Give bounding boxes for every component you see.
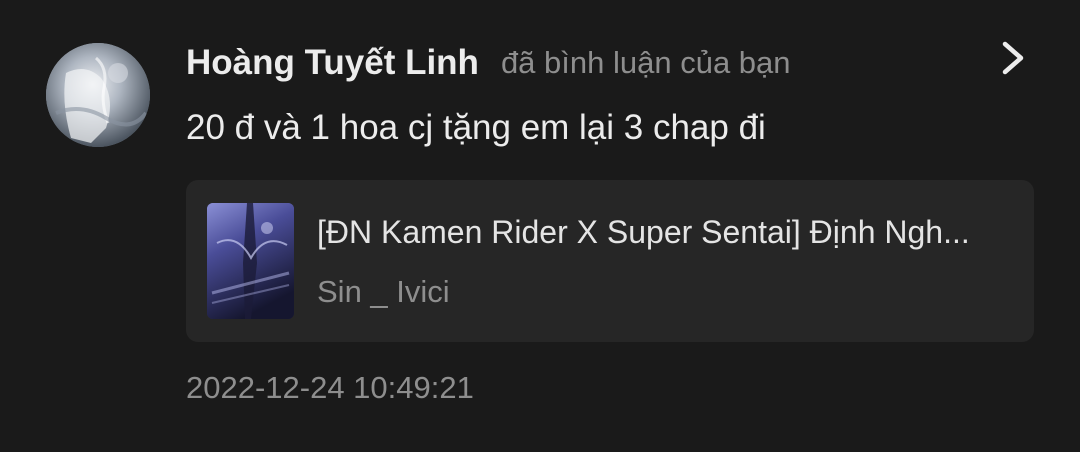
action-text: đã bình luận của bạn	[500, 45, 791, 80]
story-card[interactable]: [ĐN Kamen Rider X Super Sentai] Định Ngh…	[186, 180, 1034, 342]
chevron-right-icon[interactable]	[996, 40, 1030, 76]
avatar[interactable]	[46, 43, 150, 147]
story-cover-thumbnail	[207, 203, 294, 319]
timestamp: 2022-12-24 10:49:21	[186, 370, 474, 405]
story-title: [ĐN Kamen Rider X Super Sentai] Định Ngh…	[317, 214, 970, 250]
story-author: Sin _ Ivici	[317, 274, 450, 309]
user-name[interactable]: Hoàng Tuyết Linh	[186, 43, 479, 83]
comment-text: 20 đ và 1 hoa cj tặng em lại 3 chap đi	[186, 108, 766, 147]
notification-header: Hoàng Tuyết Linh đã bình luận của bạn	[186, 38, 791, 88]
comment-notification[interactable]: Hoàng Tuyết Linh đã bình luận của bạn 20…	[0, 0, 1080, 452]
